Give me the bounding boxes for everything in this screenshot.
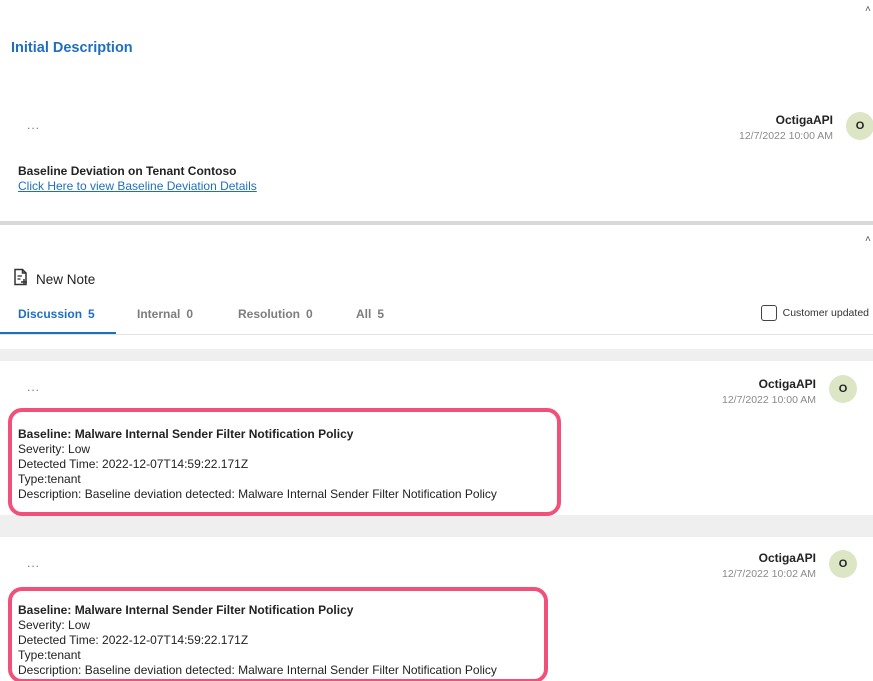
collapse-caret-icon[interactable]: ˄ xyxy=(865,235,873,245)
description-heading: Baseline Deviation on Tenant Contoso xyxy=(18,164,237,178)
timestamp: 12/7/2022 10:02 AM xyxy=(722,568,816,580)
author-block: OctigaAPI 12/7/2022 10:02 AM xyxy=(722,551,816,581)
new-note-label: New Note xyxy=(36,272,96,287)
tab-count: 5 xyxy=(88,307,95,321)
avatar: O xyxy=(829,375,857,403)
tab-count: 0 xyxy=(306,307,313,321)
author-name: OctigaAPI xyxy=(758,551,816,565)
more-options-icon[interactable]: ... xyxy=(27,380,40,394)
author-name: OctigaAPI xyxy=(758,377,816,391)
avatar: O xyxy=(829,550,857,578)
tab-label: All xyxy=(356,307,372,321)
timestamp: 12/7/2022 10:00 AM xyxy=(722,394,816,406)
tab-label: Resolution xyxy=(238,307,300,321)
timestamp: 12/7/2022 10:00 AM xyxy=(739,130,833,142)
tab-label: Discussion xyxy=(18,307,83,321)
annotation-highlight xyxy=(8,408,561,516)
section-divider xyxy=(0,221,873,225)
new-note-button[interactable]: New Note xyxy=(12,268,95,291)
tab-count: 5 xyxy=(377,307,385,321)
customer-updated-checkbox[interactable]: Customer updated xyxy=(760,305,869,321)
initial-description-body: Baseline Deviation on Tenant Contoso Cli… xyxy=(18,164,257,194)
avatar: O xyxy=(846,112,873,140)
more-options-icon[interactable]: ... xyxy=(27,118,40,132)
initial-description-title: Initial Description xyxy=(11,40,133,56)
checkbox-icon[interactable] xyxy=(760,305,777,321)
more-options-icon[interactable]: ... xyxy=(27,556,40,570)
tab-label: Internal xyxy=(137,307,181,321)
author-block: OctigaAPI 12/7/2022 10:00 AM xyxy=(739,113,833,143)
customer-updated-label: Customer updated xyxy=(782,307,869,319)
baseline-details-link[interactable]: Click Here to view Baseline Deviation De… xyxy=(18,179,257,194)
tab-resolution[interactable]: Resolution 0 xyxy=(238,307,313,321)
active-tab-indicator xyxy=(0,332,116,334)
author-block: OctigaAPI 12/7/2022 10:00 AM xyxy=(722,377,816,407)
annotation-highlight xyxy=(8,587,548,681)
tab-all[interactable]: All 5 xyxy=(356,307,384,321)
tab-internal[interactable]: Internal 0 xyxy=(137,307,193,321)
collapse-caret-icon[interactable]: ˄ xyxy=(865,5,873,15)
tab-count: 0 xyxy=(186,307,194,321)
note-tabs: Discussion 5 Internal 0 Resolution 0 All 5 xyxy=(0,296,873,335)
author-name: OctigaAPI xyxy=(775,113,833,127)
tab-discussion[interactable]: Discussion 5 xyxy=(18,307,95,321)
new-note-icon xyxy=(12,268,30,291)
